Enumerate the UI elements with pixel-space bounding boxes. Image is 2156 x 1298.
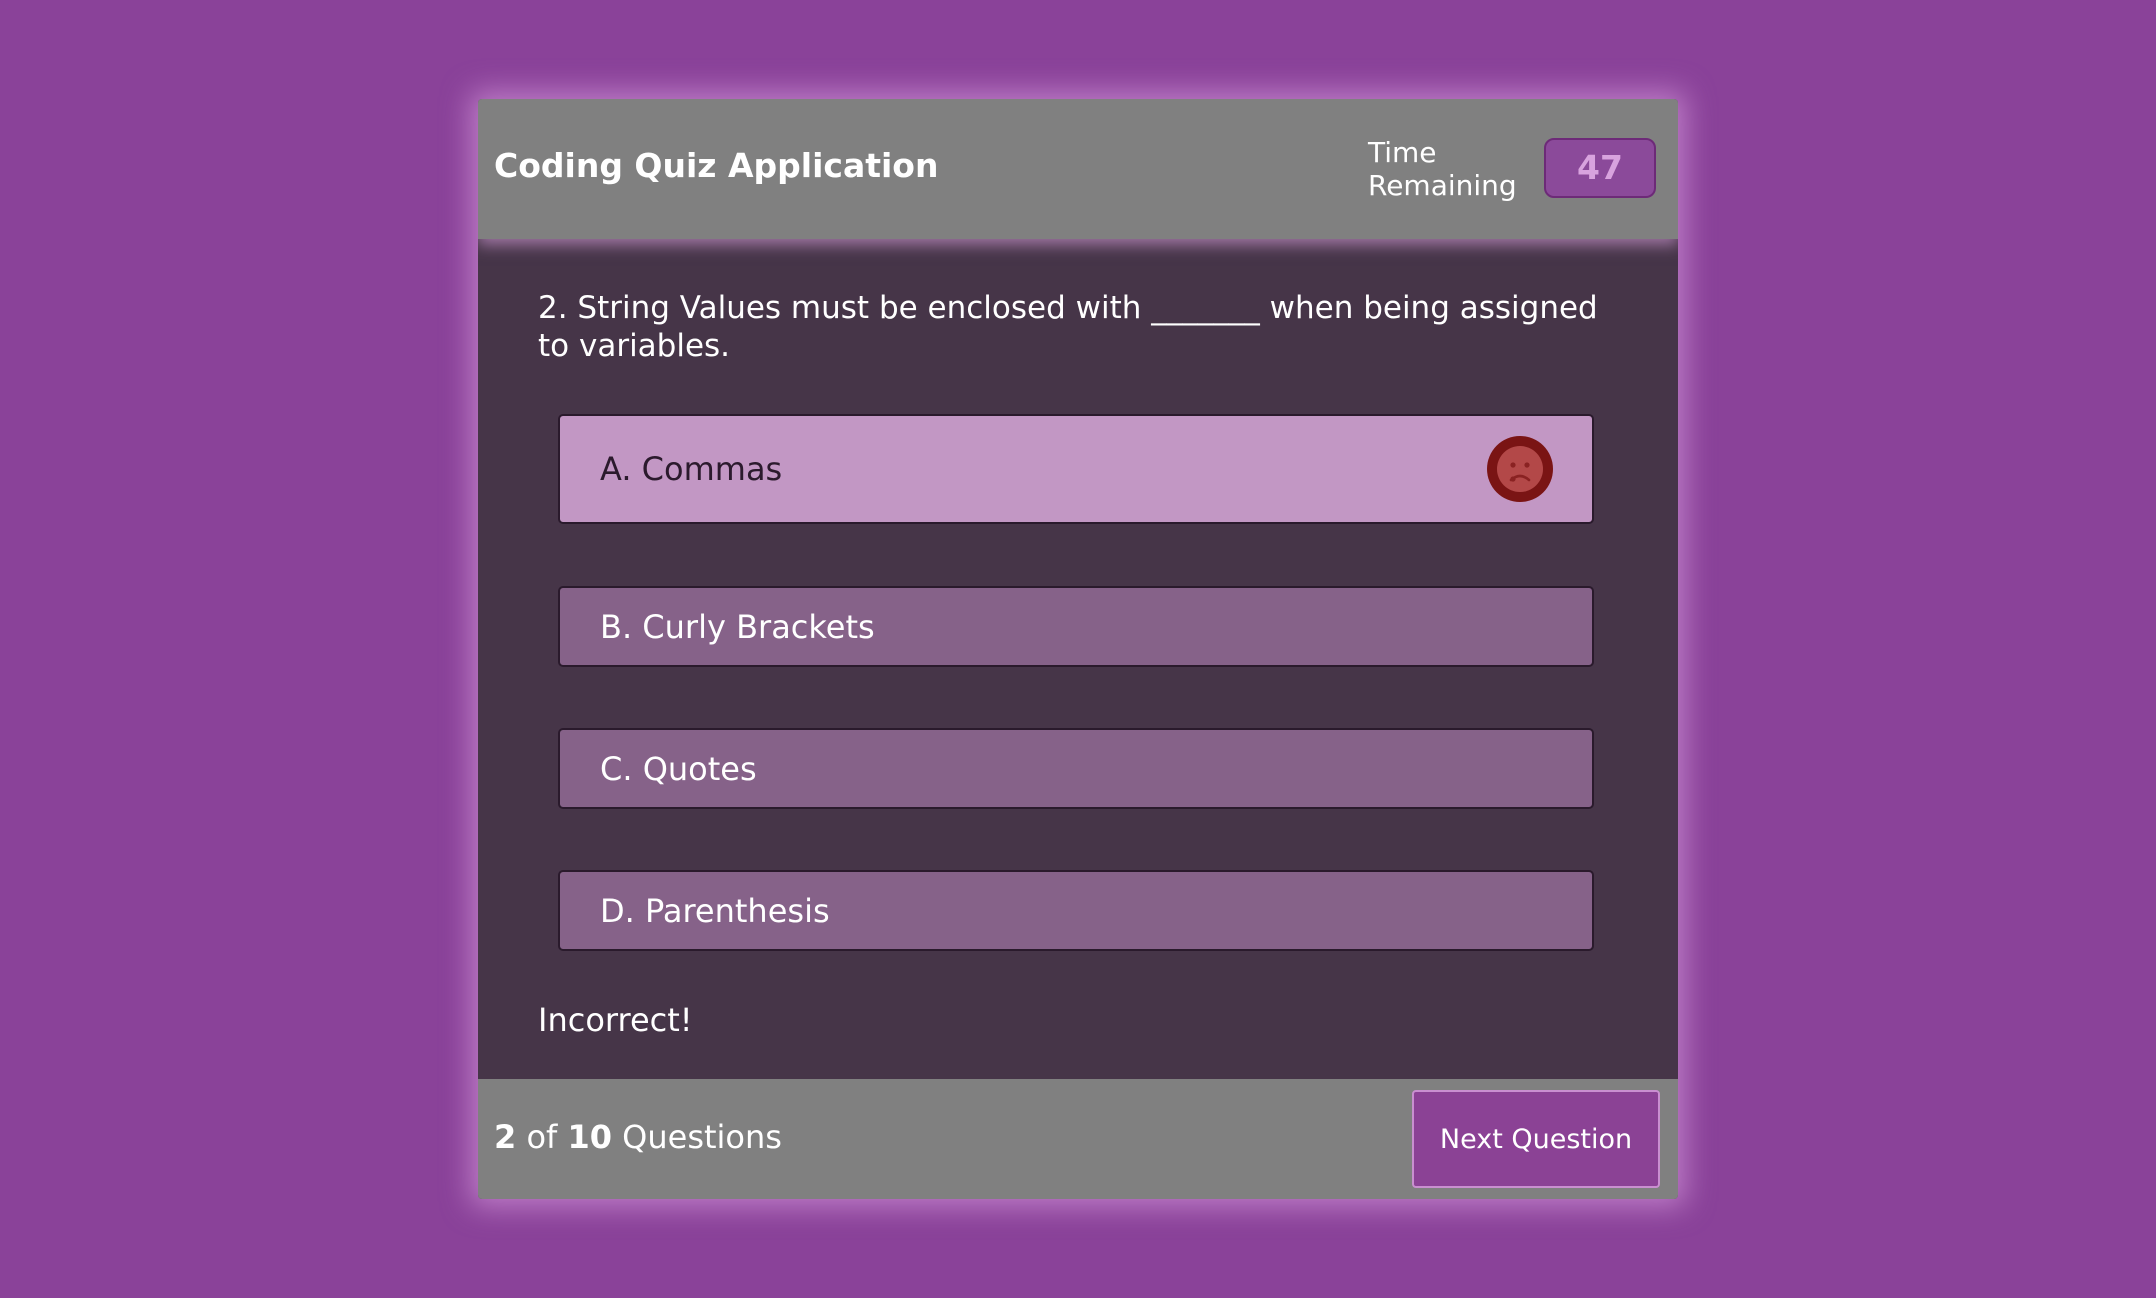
answer-label: A. Commas (600, 450, 783, 488)
quiz-card: Coding Quiz Application Time Remaining 4… (478, 99, 1678, 1199)
answer-option-a[interactable]: A. Commas (558, 414, 1594, 524)
quiz-footer: 2 of 10 Questions Next Question (478, 1079, 1678, 1199)
question-progress: 2 of 10 Questions (494, 1121, 782, 1153)
progress-questions-word: Questions (622, 1118, 782, 1156)
quiz-header: Coding Quiz Application Time Remaining 4… (478, 99, 1678, 239)
progress-of: of (526, 1118, 558, 1156)
answer-option-d[interactable]: D. Parenthesis (558, 870, 1594, 951)
question-text: 2. String Values must be enclosed with _… (538, 290, 1598, 364)
answer-label: C. Quotes (600, 749, 757, 788)
answer-label: D. Parenthesis (600, 891, 830, 930)
current-question-number: 2 (494, 1118, 517, 1156)
next-question-button[interactable]: Next Question (1412, 1090, 1660, 1188)
answer-option-b[interactable]: B. Curly Brackets (558, 586, 1594, 667)
answer-label: B. Curly Brackets (600, 607, 875, 646)
timer-display: 47 (1544, 138, 1656, 198)
answer-feedback: Incorrect! (538, 1001, 693, 1039)
total-questions-number: 10 (567, 1118, 612, 1156)
answer-option-c[interactable]: C. Quotes (558, 728, 1594, 809)
time-remaining-label: Time Remaining (1368, 136, 1517, 202)
sad-face-icon (1487, 436, 1553, 502)
app-title: Coding Quiz Application (494, 146, 939, 185)
